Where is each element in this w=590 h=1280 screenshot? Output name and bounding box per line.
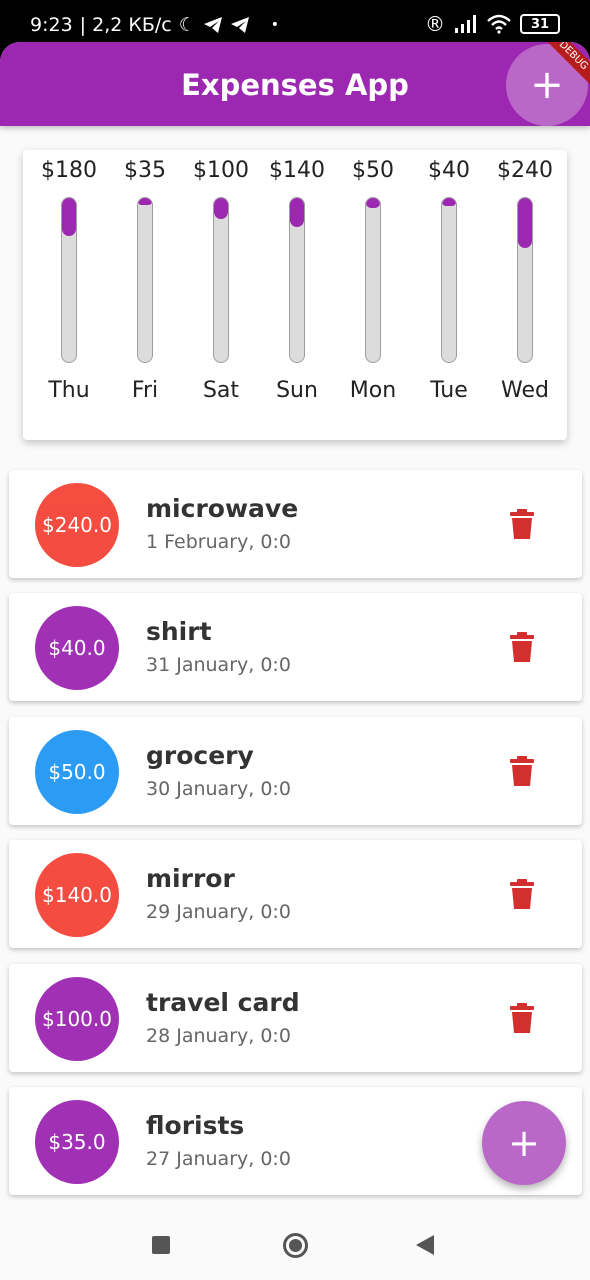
- chart-bar-fri: $35 Fri: [107, 150, 183, 440]
- status-left: 9:23 | 2,2 КБ/с ☾ •: [30, 14, 279, 36]
- delete-icon[interactable]: [509, 631, 535, 663]
- amount-avatar: $40.0: [35, 606, 119, 690]
- amount-avatar: $35.0: [35, 1100, 119, 1184]
- bar-track: [517, 197, 533, 363]
- delete-icon[interactable]: [509, 508, 535, 540]
- back-button[interactable]: [416, 1235, 434, 1255]
- transaction-title: microwave: [146, 494, 299, 523]
- battery-icon: 31: [520, 14, 560, 34]
- bar-amount-label: $35: [124, 158, 166, 183]
- transaction-item[interactable]: $100.0 travel card 28 January, 0:0: [9, 964, 582, 1072]
- floating-add-button[interactable]: +: [482, 1101, 566, 1185]
- bar-amount-label: $240: [497, 158, 553, 183]
- transaction-title: travel card: [146, 988, 300, 1017]
- transaction-date: 29 January, 0:0: [146, 901, 291, 923]
- bar-fill: [138, 198, 152, 206]
- bar-amount-label: $140: [269, 158, 325, 183]
- signal-icon: [455, 15, 476, 33]
- transaction-date: 28 January, 0:0: [146, 1025, 291, 1047]
- transaction-title: shirt: [146, 617, 212, 646]
- bar-amount-label: $100: [193, 158, 249, 183]
- transaction-item[interactable]: $40.0 shirt 31 January, 0:0: [9, 593, 582, 701]
- bar-track: [61, 197, 77, 363]
- bar-fill: [518, 198, 532, 249]
- transaction-title: florists: [146, 1111, 245, 1140]
- bar-fill: [442, 198, 456, 207]
- chart-bar-mon: $50 Mon: [335, 150, 411, 440]
- chart-bar-tue: $40 Tue: [411, 150, 487, 440]
- bar-track: [213, 197, 229, 363]
- bar-day-label: Fri: [131, 378, 159, 403]
- app-title: Expenses App: [181, 68, 409, 102]
- status-right: ® 31: [425, 12, 560, 36]
- chart-bar-sat: $100 Sat: [183, 150, 259, 440]
- app-bar: Expenses App + DEBUG: [0, 42, 590, 126]
- delete-icon[interactable]: [509, 1002, 535, 1034]
- transaction-title: mirror: [146, 864, 235, 893]
- dot-icon: •: [270, 17, 280, 33]
- transaction-item[interactable]: $50.0 grocery 30 January, 0:0: [9, 717, 582, 825]
- recents-button[interactable]: [152, 1236, 170, 1254]
- bar-day-label: Sun: [276, 378, 318, 403]
- bar-fill: [62, 198, 76, 236]
- telegram-icon: [230, 17, 249, 33]
- system-nav-bar: [0, 1210, 590, 1280]
- home-button[interactable]: [283, 1233, 308, 1258]
- amount-avatar: $140.0: [35, 853, 119, 937]
- wifi-icon: [487, 14, 511, 34]
- amount-avatar: $100.0: [35, 977, 119, 1061]
- status-time: 9:23: [30, 14, 73, 36]
- telegram-icon: [203, 17, 222, 33]
- bar-fill: [290, 198, 304, 228]
- bar-day-label: Tue: [430, 378, 468, 403]
- transaction-date: 1 February, 0:0: [146, 531, 291, 553]
- bar-amount-label: $50: [352, 158, 394, 183]
- chart-bar-wed: $240 Wed: [487, 150, 563, 440]
- bar-amount-label: $40: [428, 158, 470, 183]
- battery-level: 31: [530, 16, 550, 32]
- status-speed: | 2,2 КБ/с: [79, 14, 172, 36]
- transaction-item[interactable]: $240.0 microwave 1 February, 0:0: [9, 470, 582, 578]
- transaction-date: 27 January, 0:0: [146, 1148, 291, 1170]
- bar-day-label: Thu: [48, 378, 90, 403]
- delete-icon[interactable]: [509, 878, 535, 910]
- bar-fill: [366, 198, 380, 209]
- bar-day-label: Mon: [349, 378, 397, 403]
- chart-bar-sun: $140 Sun: [259, 150, 335, 440]
- bar-day-label: Wed: [501, 378, 549, 403]
- bar-day-label: Sat: [202, 378, 240, 403]
- transaction-title: grocery: [146, 741, 254, 770]
- app-screen: Expenses App + DEBUG $180 Thu $35 Fri $100 Sa…: [0, 42, 590, 1210]
- bar-track: [137, 197, 153, 363]
- bar-amount-label: $180: [41, 158, 97, 183]
- registered-icon: ®: [425, 12, 445, 36]
- weekly-chart: $180 Thu $35 Fri $100 Sat $140 Sun $50 Mon $40 Tue $…: [23, 150, 567, 440]
- transaction-date: 31 January, 0:0: [146, 654, 291, 676]
- plus-icon: +: [530, 62, 564, 108]
- transaction-item[interactable]: $140.0 mirror 29 January, 0:0: [9, 840, 582, 948]
- transaction-date: 30 January, 0:0: [146, 778, 291, 800]
- delete-icon[interactable]: [509, 755, 535, 787]
- bar-track: [441, 197, 457, 363]
- moon-icon: ☾: [178, 14, 196, 36]
- bar-track: [289, 197, 305, 363]
- bar-track: [365, 197, 381, 363]
- amount-avatar: $50.0: [35, 730, 119, 814]
- chart-bar-thu: $180 Thu: [31, 150, 107, 440]
- bar-fill: [214, 198, 228, 219]
- plus-icon: +: [508, 1121, 540, 1165]
- amount-avatar: $240.0: [35, 483, 119, 567]
